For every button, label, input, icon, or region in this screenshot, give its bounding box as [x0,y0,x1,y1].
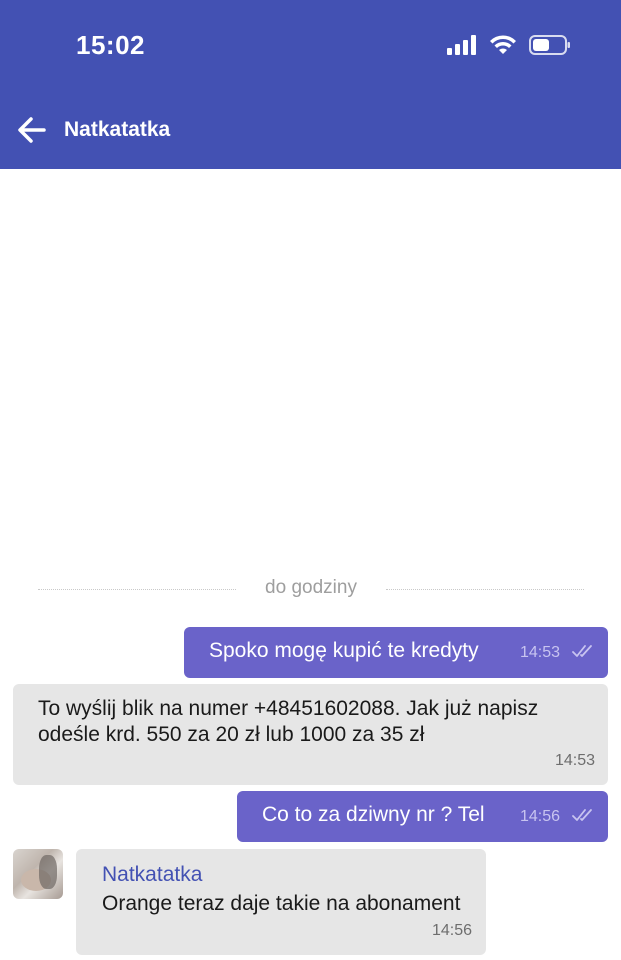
message-incoming[interactable]: Natkatatka Orange teraz daje takie na ab… [76,849,486,955]
message-text: Spoko mogę kupić te kredyty [209,639,479,662]
message-line: To wyślij blik na numer +48451602088. Ja… [38,697,539,720]
sender-name[interactable]: Natkatatka [102,863,202,887]
divider-label: do godziny [265,577,357,598]
message-time: 14:53 [519,644,560,661]
wifi-icon [490,35,516,54]
avatar[interactable] [13,849,63,899]
message-time: 14:53 [554,752,595,769]
back-button[interactable] [14,112,50,148]
app-header: 15:02 Natkatatka [0,0,621,169]
message-text: Orange teraz daje takie na abonament [102,892,461,915]
arrow-left-icon [18,117,46,143]
status-time: 15:02 [76,30,145,60]
message-time: 14:56 [431,922,472,939]
avatar-photo-part [39,855,57,889]
divider-line-right [386,589,584,590]
battery-icon [529,35,570,55]
time-divider: do godziny [38,576,584,602]
double-check-icon [572,645,592,657]
message-outgoing[interactable]: Co to za dziwny nr ? Tel 14:56 [237,791,608,842]
message-outgoing[interactable]: Spoko mogę kupić te kredyty 14:53 [184,627,608,678]
message-line: odeśle krd. 550 za 20 zł lub 1000 za 35 … [38,723,425,746]
message-incoming[interactable]: To wyślij blik na numer +48451602088. Ja… [13,684,608,785]
double-check-icon [572,809,592,821]
message-text: Co to za dziwny nr ? Tel [262,803,485,826]
message-time: 14:56 [519,808,560,825]
chat-title[interactable]: Natkatatka [64,118,170,142]
signal-icon [447,35,476,55]
status-icons [447,33,571,57]
